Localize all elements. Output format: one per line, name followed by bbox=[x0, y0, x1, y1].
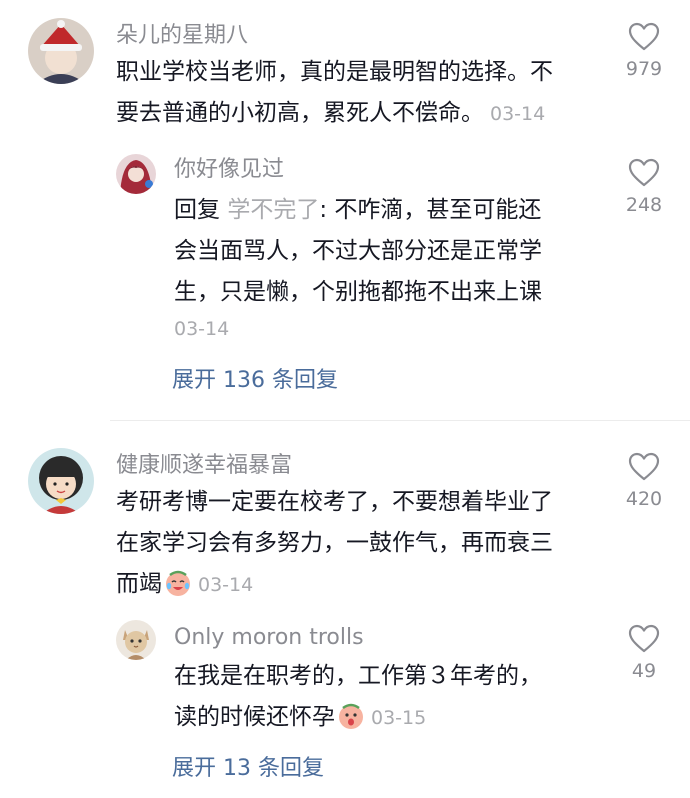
like-button[interactable]: 248 bbox=[614, 158, 674, 216]
reply-username[interactable]: 你好像见过 bbox=[174, 156, 284, 184]
like-count: 248 bbox=[625, 194, 663, 216]
comment-text: 考研考博一定要在校考了，不要想着毕业了 在家学习会有多努力，一鼓作气，再而衰三 … bbox=[116, 482, 606, 606]
comment-text-line: 考研考博一定要在校考了，不要想着毕业了 bbox=[116, 489, 553, 515]
reply-date: 03-15 bbox=[371, 707, 427, 729]
avatar-image-4 bbox=[116, 620, 156, 660]
like-button[interactable]: 420 bbox=[614, 452, 674, 510]
heart-outline-icon bbox=[628, 158, 660, 187]
like-count: 979 bbox=[625, 58, 663, 80]
expand-replies-button[interactable]: 展开 136 条回复 bbox=[172, 362, 338, 394]
like-button[interactable]: 979 bbox=[614, 22, 674, 80]
comment-date: 03-14 bbox=[490, 103, 546, 125]
reply-text: 回复 学不完了: 不咋滴，甚至可能还 会当面骂人，不过大部分还是正常学 生，只是… bbox=[174, 190, 594, 313]
surprised-emoji-icon bbox=[339, 703, 363, 729]
comment-date: 03-14 bbox=[198, 574, 254, 596]
reply-target-username[interactable]: 学不完了 bbox=[227, 197, 319, 223]
reply-text-line: 在我是在职考的，工作第３年考的， bbox=[174, 663, 542, 689]
avatar[interactable] bbox=[28, 18, 94, 84]
reply-username[interactable]: Only moron trolls bbox=[174, 624, 364, 652]
avatar-image-2 bbox=[116, 154, 156, 194]
reply-text-line: 生，只是懒，个别拖都拖不出来上课 bbox=[174, 279, 542, 305]
comment-text-line: 在家学习会有多努力，一鼓作气，再而衰三 bbox=[116, 530, 553, 556]
reply-date: 03-14 bbox=[174, 318, 230, 340]
comment-text: 职业学校当老师，真的是最明智的选择。不 要去普通的小初高，累死人不偿命。 03-1… bbox=[116, 52, 606, 135]
crying-laughing-emoji-icon bbox=[166, 570, 190, 596]
reply-text-line: 读的时候还怀孕 bbox=[174, 704, 335, 730]
avatar[interactable] bbox=[116, 154, 156, 194]
reply-prefix: 回复 bbox=[174, 197, 220, 223]
comment-username[interactable]: 健康顺遂幸福暴富 bbox=[116, 452, 292, 480]
reply-text-line: : 不咋滴，甚至可能还 bbox=[319, 197, 542, 223]
comment-username[interactable]: 朵儿的星期八 bbox=[116, 22, 248, 50]
heart-outline-icon bbox=[628, 624, 660, 653]
avatar[interactable] bbox=[28, 448, 94, 514]
like-count: 420 bbox=[625, 488, 663, 510]
like-button[interactable]: 49 bbox=[614, 624, 674, 682]
divider bbox=[110, 420, 690, 421]
like-count: 49 bbox=[631, 660, 657, 682]
avatar-image-3 bbox=[28, 448, 94, 514]
avatar[interactable] bbox=[116, 620, 156, 660]
heart-outline-icon bbox=[628, 452, 660, 481]
reply-text-line: 会当面骂人，不过大部分还是正常学 bbox=[174, 238, 542, 264]
comment-text-line: 职业学校当老师，真的是最明智的选择。不 bbox=[116, 59, 553, 85]
heart-outline-icon bbox=[628, 22, 660, 51]
expand-replies-button[interactable]: 展开 13 条回复 bbox=[172, 750, 324, 782]
avatar-image-1 bbox=[28, 18, 94, 84]
reply-text: 在我是在职考的，工作第３年考的， 读的时候还怀孕 03-15 bbox=[174, 656, 594, 739]
comment-text-line: 要去普通的小初高，累死人不偿命。 bbox=[116, 100, 484, 126]
comment-text-line: 而竭 bbox=[116, 571, 162, 597]
